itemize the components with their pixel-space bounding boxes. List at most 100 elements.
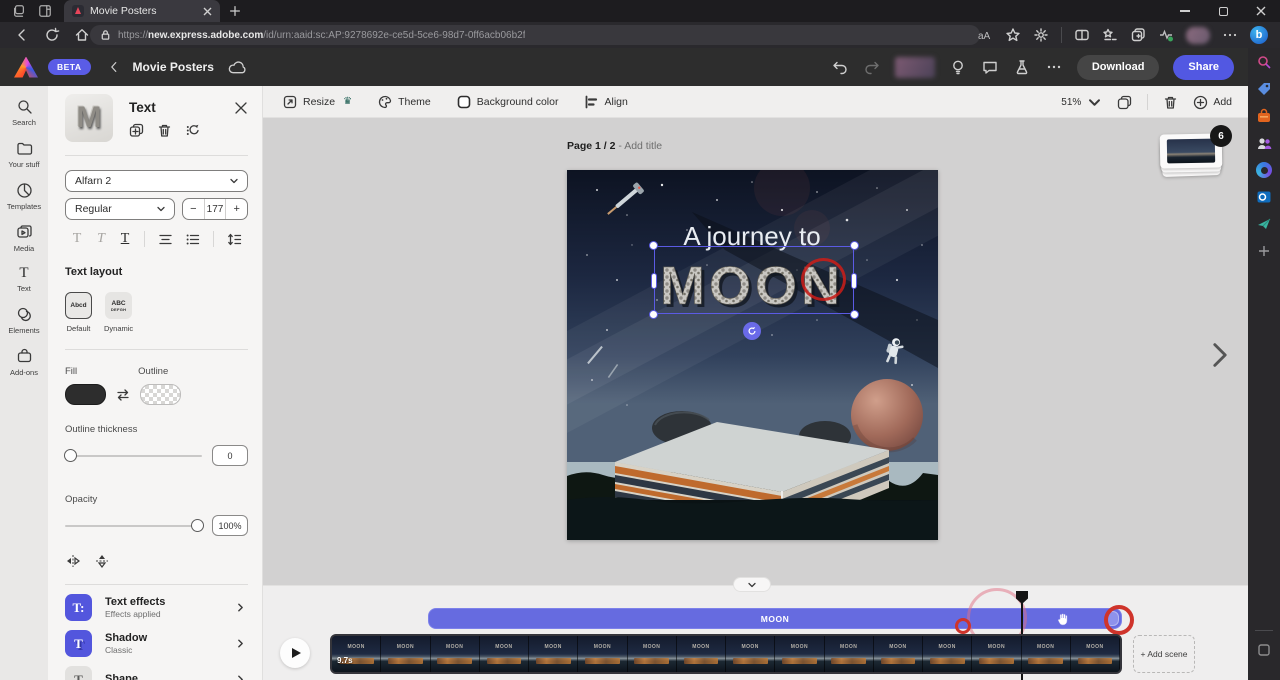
layout-dynamic-button[interactable]: ABCDEFGH bbox=[105, 292, 132, 319]
font-size-increase[interactable]: + bbox=[226, 199, 247, 219]
outline-thickness-value[interactable]: 0 bbox=[212, 445, 248, 466]
browser-essentials-icon[interactable] bbox=[1158, 27, 1174, 43]
selection-handle[interactable] bbox=[649, 310, 658, 319]
read-aloud-icon[interactable]: aA bbox=[977, 27, 993, 43]
filmstrip-frame[interactable]: MOON bbox=[529, 636, 578, 672]
text-effects-row[interactable]: T: Text effects Effects applied bbox=[65, 594, 248, 621]
selection-side-handle[interactable] bbox=[651, 273, 657, 289]
address-bar[interactable]: https://new.express.adobe.com/id/urn:aai… bbox=[90, 25, 980, 45]
play-button[interactable] bbox=[280, 638, 310, 668]
download-button[interactable]: Download bbox=[1077, 55, 1160, 80]
layer-thumbnail[interactable]: M bbox=[65, 94, 113, 142]
filmstrip[interactable]: MOONMOONMOONMOONMOONMOONMOONMOONMOONMOON… bbox=[330, 634, 1122, 674]
extensions-icon[interactable] bbox=[1033, 27, 1049, 43]
flip-vertical-icon[interactable] bbox=[94, 553, 110, 569]
panel-close-icon[interactable] bbox=[234, 101, 248, 115]
collections-icon[interactable] bbox=[1130, 27, 1146, 43]
edge-add-icon[interactable] bbox=[1256, 243, 1272, 259]
filmstrip-frame[interactable]: MOON bbox=[431, 636, 480, 672]
line-spacing-icon[interactable] bbox=[227, 232, 242, 247]
rail-item-templates[interactable]: Templates bbox=[0, 182, 48, 211]
page-title-hint[interactable]: - Add title bbox=[618, 140, 662, 152]
font-size-decrease[interactable]: − bbox=[183, 199, 204, 219]
favorites-bar-icon[interactable] bbox=[1102, 27, 1118, 43]
filmstrip-frame[interactable]: MOON bbox=[628, 636, 677, 672]
background-color-button[interactable]: Background color bbox=[457, 95, 559, 109]
edge-people-icon[interactable] bbox=[1256, 135, 1272, 151]
close-window-button[interactable] bbox=[1242, 0, 1280, 22]
font-weight-select[interactable]: Regular bbox=[65, 198, 175, 220]
resize-button[interactable]: Resize ♛ bbox=[283, 95, 352, 109]
minimize-button[interactable] bbox=[1166, 0, 1204, 22]
browser-tab[interactable]: Movie Posters bbox=[64, 0, 220, 22]
bold-button[interactable]: T bbox=[65, 231, 89, 247]
adobe-express-logo[interactable] bbox=[14, 57, 38, 78]
lightbulb-icon[interactable] bbox=[949, 58, 967, 76]
timeline-collapse-button[interactable] bbox=[733, 577, 771, 592]
tab-actions-icon[interactable] bbox=[38, 4, 52, 18]
refresh-icon[interactable] bbox=[44, 27, 60, 43]
flip-horizontal-icon[interactable] bbox=[65, 553, 81, 569]
tab-close-icon[interactable] bbox=[203, 7, 212, 16]
rail-item-elements[interactable]: Elements bbox=[0, 306, 48, 335]
rail-item-media[interactable]: Media bbox=[0, 224, 48, 253]
filmstrip-frame[interactable]: MOON bbox=[1071, 636, 1120, 672]
back-chevron-icon[interactable] bbox=[107, 60, 121, 74]
text-align-icon[interactable] bbox=[158, 232, 173, 247]
shape-row[interactable]: T Shape bbox=[65, 666, 248, 680]
comment-icon[interactable] bbox=[981, 58, 999, 76]
trash-icon[interactable] bbox=[157, 123, 172, 138]
filmstrip-frame[interactable]: MOON bbox=[480, 636, 529, 672]
add-scene-button[interactable]: + Add scene bbox=[1133, 635, 1195, 673]
outline-color-swatch[interactable] bbox=[140, 384, 181, 405]
more-options-icon[interactable] bbox=[1045, 58, 1063, 76]
opacity-value[interactable]: 100% bbox=[212, 515, 248, 536]
swap-colors-icon[interactable] bbox=[115, 387, 131, 403]
layout-default-button[interactable]: Abcd bbox=[65, 292, 92, 319]
slider-knob[interactable] bbox=[191, 519, 204, 532]
filmstrip-frame[interactable]: MOON bbox=[923, 636, 972, 672]
filmstrip-frame[interactable]: MOON bbox=[775, 636, 824, 672]
delete-page-icon[interactable] bbox=[1163, 95, 1178, 110]
rail-item-search[interactable]: Search bbox=[0, 98, 48, 127]
selection-handle[interactable] bbox=[850, 241, 859, 250]
opacity-slider[interactable] bbox=[65, 525, 202, 527]
edge-games-icon[interactable] bbox=[1256, 108, 1272, 124]
theme-button[interactable]: Theme bbox=[378, 95, 431, 109]
filmstrip-frame[interactable]: MOON bbox=[825, 636, 874, 672]
edge-drop-icon[interactable] bbox=[1256, 162, 1272, 178]
beaker-icon[interactable] bbox=[1013, 58, 1031, 76]
rotate-handle[interactable] bbox=[743, 322, 761, 340]
edge-search-icon[interactable] bbox=[1256, 54, 1272, 70]
page-stack[interactable]: 6 bbox=[1160, 134, 1222, 176]
new-tab-icon[interactable] bbox=[228, 4, 242, 18]
font-family-select[interactable]: Alfarn 2 bbox=[65, 170, 248, 192]
profile-avatar[interactable] bbox=[1186, 27, 1210, 44]
filmstrip-frame[interactable]: MOON bbox=[726, 636, 775, 672]
maximize-button[interactable] bbox=[1204, 0, 1242, 22]
filmstrip-frame[interactable]: MOON bbox=[332, 636, 381, 672]
add-page-button[interactable]: Add bbox=[1193, 95, 1232, 110]
edge-m365-icon[interactable] bbox=[1256, 216, 1272, 232]
underline-button[interactable]: T bbox=[113, 231, 137, 247]
shadow-row[interactable]: T Shadow Classic bbox=[65, 630, 248, 657]
share-button[interactable]: Share bbox=[1173, 55, 1234, 80]
filmstrip-frame[interactable]: MOON bbox=[578, 636, 627, 672]
project-title[interactable]: Movie Posters bbox=[133, 60, 214, 74]
undo-icon[interactable] bbox=[831, 58, 849, 76]
edge-shopping-tag-icon[interactable] bbox=[1256, 81, 1272, 97]
redo-icon[interactable] bbox=[863, 58, 881, 76]
cloud-sync-icon[interactable] bbox=[228, 60, 247, 75]
animate-icon[interactable] bbox=[185, 123, 200, 138]
list-icon[interactable] bbox=[185, 232, 200, 247]
favorite-star-icon[interactable] bbox=[1005, 27, 1021, 43]
filmstrip-frame[interactable]: MOON bbox=[874, 636, 923, 672]
filmstrip-frame[interactable]: MOON bbox=[1022, 636, 1071, 672]
filmstrip-frame[interactable]: MOON bbox=[677, 636, 726, 672]
zoom-control[interactable]: 51% bbox=[1061, 95, 1102, 110]
edge-outlook-icon[interactable] bbox=[1256, 189, 1272, 205]
duplicate-page-icon[interactable] bbox=[1117, 95, 1132, 110]
fill-color-swatch[interactable] bbox=[65, 384, 106, 405]
copilot-icon[interactable]: b bbox=[1250, 26, 1268, 44]
edge-settings-icon[interactable] bbox=[1256, 642, 1272, 658]
